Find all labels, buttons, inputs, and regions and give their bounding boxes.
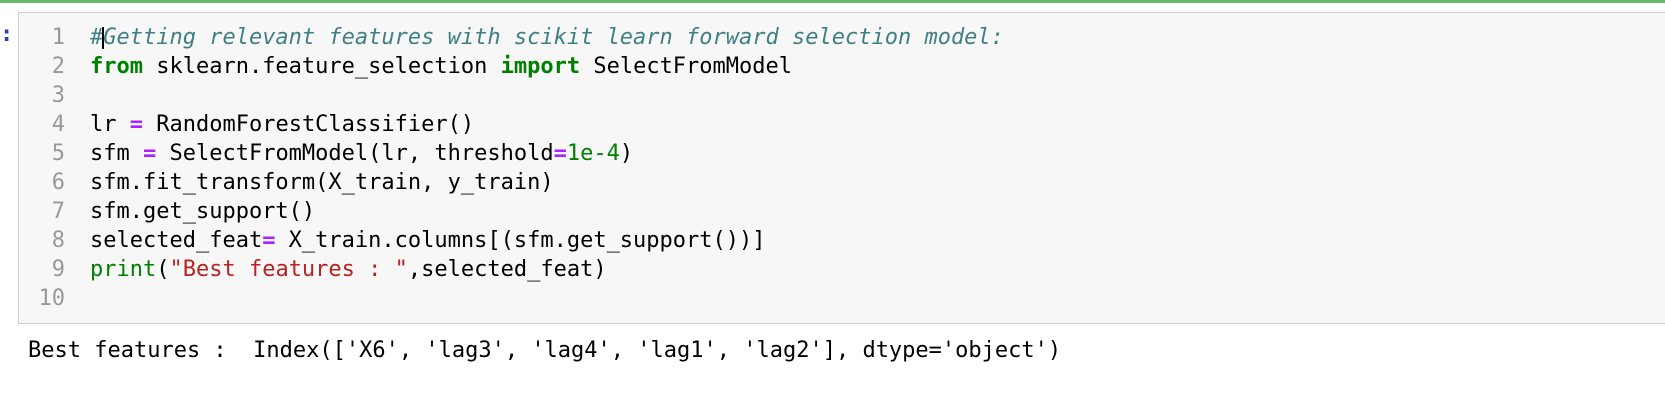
code-token: sfm.fit_transform(X_train, y_train) xyxy=(90,170,554,195)
code-text: lr = RandomForestClassifier() xyxy=(90,110,474,139)
line-number: 2 xyxy=(51,54,65,79)
code-token: ( xyxy=(156,257,170,282)
code-token: print xyxy=(90,257,157,282)
line-number: 9 xyxy=(51,257,65,282)
line-number: 4 xyxy=(51,112,65,137)
code-token: = xyxy=(262,228,276,253)
line-number: 10 xyxy=(38,286,66,311)
code-token: sfm.get_support() xyxy=(90,199,316,224)
code-text: selected_feat= X_train.columns[(sfm.get_… xyxy=(90,226,766,255)
code-token: = xyxy=(129,112,143,137)
code-text: sfm.get_support() xyxy=(90,197,315,226)
code-cell-editor[interactable]: 1 #Getting relevant features with scikit … xyxy=(18,12,1665,324)
line-number: 3 xyxy=(51,83,65,108)
line-number: 7 xyxy=(51,199,65,224)
code-token: from xyxy=(90,54,143,79)
code-token: SelectFromModel(lr, threshold xyxy=(156,141,554,166)
code-text: from sklearn.feature_selection import Se… xyxy=(90,52,792,81)
code-token: import xyxy=(500,54,581,79)
code-token: = xyxy=(553,141,567,166)
code-token: "Best features : " xyxy=(169,257,408,282)
code-token: selected_feat xyxy=(90,228,263,253)
code-token: sklearn.feature_selection xyxy=(142,54,501,79)
code-token: RandomForestClassifier() xyxy=(143,112,475,137)
line-number: 8 xyxy=(51,228,65,253)
code-token: 1e-4 xyxy=(566,141,620,166)
code-token: ) xyxy=(619,141,634,166)
line-number: 6 xyxy=(51,170,65,195)
cell-selected-indicator xyxy=(0,0,1665,3)
line-number: 1 xyxy=(51,25,65,50)
code-text: #Getting relevant features with scikit l… xyxy=(90,23,1004,52)
code-text: sfm.fit_transform(X_train, y_train) xyxy=(90,168,554,197)
line-number: 5 xyxy=(51,141,65,166)
code-token: sfm xyxy=(90,141,143,166)
code-text: print("Best features : ",selected_feat) xyxy=(90,255,607,284)
code-text: sfm = SelectFromModel(lr, threshold=1e-4… xyxy=(90,139,633,168)
code-token: X_train.columns[(sfm.get_support())] xyxy=(275,228,766,253)
code-token: # xyxy=(90,25,104,50)
cell-prompt: : xyxy=(0,22,14,47)
code-token: lr xyxy=(90,112,130,137)
code-token: Getting relevant features with scikit le… xyxy=(103,25,1004,50)
code-token: = xyxy=(142,141,157,166)
cell-output: Best features : Index(['X6', 'lag3', 'la… xyxy=(28,338,1062,363)
code-token: ,selected_feat) xyxy=(407,257,607,282)
code-token: SelectFromModel xyxy=(580,54,793,79)
